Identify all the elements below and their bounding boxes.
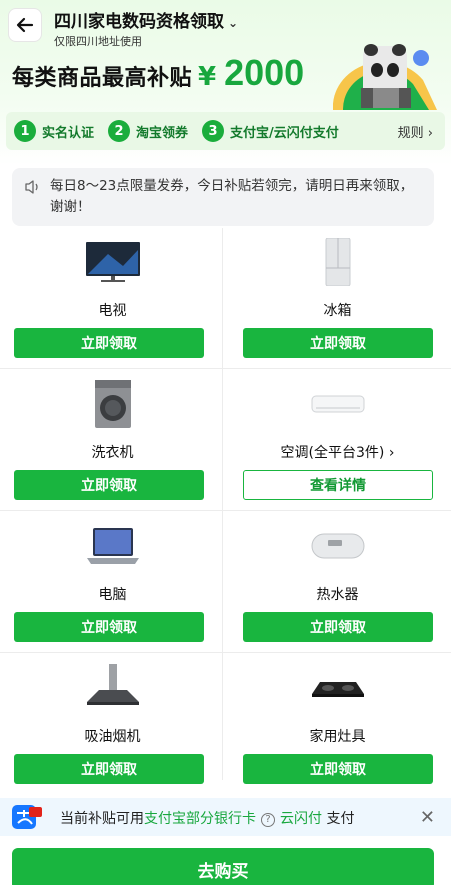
promo-amount: 2000 <box>224 52 305 93</box>
washer-icon <box>94 380 131 428</box>
product-name: 电脑 <box>98 587 127 603</box>
payment-notice-text: 当前补贴可用支付宝部分银行卡? 云闪付 支付 <box>60 808 354 828</box>
fridge-icon <box>325 238 350 286</box>
product-card-stove[interactable]: 家用灶具 立即领取 <box>225 654 450 795</box>
rules-link[interactable]: 规则 › <box>398 122 433 141</box>
close-icon[interactable]: ✕ <box>420 807 435 828</box>
steps-bar: 1 实名认证 2 淘宝领券 3 支付宝/云闪付支付 规则 › <box>6 112 445 150</box>
step-label: 支付宝/云闪付支付 <box>230 125 339 141</box>
title-block[interactable]: 四川家电数码资格领取 ⌄ 仅限四川地址使用 <box>54 7 238 49</box>
product-card-range-hood[interactable]: 吸油烟机 立即领取 <box>0 654 225 795</box>
notice-banner: 每日8～23点限量发券，今日补贴若领完，请明日再来领取，谢谢！ <box>12 168 434 226</box>
product-card-laptop[interactable]: 电脑 立即领取 <box>0 512 225 653</box>
tv-icon <box>85 242 140 282</box>
claim-button[interactable]: 立即领取 <box>243 612 433 642</box>
air-conditioner-icon <box>311 395 364 413</box>
page-subtitle: 仅限四川地址使用 <box>54 35 142 48</box>
page-title-text: 四川家电数码资格领取 <box>54 12 224 32</box>
speaker-icon <box>25 180 38 194</box>
product-grid: 电视 立即领取 冰箱 立即领取 洗衣机 立即领取 空调(全平台3件) › 查看详… <box>0 228 451 784</box>
laptop-icon <box>86 528 139 564</box>
step-label: 淘宝领券 <box>136 125 189 141</box>
product-name: 热水器 <box>316 587 359 603</box>
product-card-air-conditioner[interactable]: 空调(全平台3件) › 查看详情 <box>225 370 450 511</box>
stove-icon <box>311 682 364 697</box>
step-1: 1 实名认证 <box>14 120 94 142</box>
step-3: 3 支付宝/云闪付支付 <box>202 120 339 142</box>
alipay-icon <box>12 805 42 829</box>
step-number: 1 <box>14 120 36 142</box>
step-2: 2 淘宝领券 <box>108 120 188 142</box>
claim-button[interactable]: 立即领取 <box>14 470 204 500</box>
payment-notice-prefix: 当前补贴可用 <box>60 811 144 827</box>
product-name: 洗衣机 <box>91 445 134 461</box>
promo-banner: 每类商品最高补贴 ¥2000 <box>12 52 304 94</box>
step-number: 3 <box>202 120 225 142</box>
product-name: 电视 <box>98 303 127 319</box>
buy-button[interactable]: 去购买 <box>12 848 434 885</box>
claim-button[interactable]: 立即领取 <box>14 328 204 358</box>
payment-notice-suffix: 支付 <box>326 811 355 827</box>
product-card-tv[interactable]: 电视 立即领取 <box>0 228 225 369</box>
promo-currency: ¥ <box>198 62 217 92</box>
back-button[interactable] <box>8 8 42 42</box>
product-name: 冰箱 <box>323 303 352 319</box>
product-card-washer[interactable]: 洗衣机 立即领取 <box>0 370 225 511</box>
alipay-bank-card-link[interactable]: 支付宝部分银行卡 <box>144 811 256 827</box>
page-title[interactable]: 四川家电数码资格领取 ⌄ <box>54 7 238 32</box>
claim-button[interactable]: 立即领取 <box>14 754 204 784</box>
product-name: 家用灶具 <box>309 729 366 745</box>
water-heater-icon <box>311 533 364 559</box>
chevron-down-icon: ⌄ <box>228 16 239 30</box>
panda-mascot-icon <box>333 44 437 110</box>
claim-button[interactable]: 立即领取 <box>14 612 204 642</box>
step-label: 实名认证 <box>42 125 95 141</box>
promo-text: 每类商品最高补贴 <box>12 66 193 91</box>
unionpay-link[interactable]: 云闪付 <box>280 811 322 827</box>
view-details-button[interactable]: 查看详情 <box>243 470 433 500</box>
arrow-left-icon <box>16 17 34 33</box>
product-name[interactable]: 空调(全平台3件) › <box>225 442 450 462</box>
product-card-water-heater[interactable]: 热水器 立即领取 <box>225 512 450 653</box>
step-number: 2 <box>108 120 131 142</box>
claim-button[interactable]: 立即领取 <box>243 328 433 358</box>
product-name: 吸油烟机 <box>84 729 141 745</box>
help-icon[interactable]: ? <box>261 813 275 827</box>
payment-notice-bar: 当前补贴可用支付宝部分银行卡? 云闪付 支付 ✕ <box>0 798 451 836</box>
product-card-fridge[interactable]: 冰箱 立即领取 <box>225 228 450 369</box>
notice-text: 每日8～23点限量发券，今日补贴若领完，请明日再来领取，谢谢！ <box>50 178 414 215</box>
claim-button[interactable]: 立即领取 <box>243 754 433 784</box>
range-hood-icon <box>86 664 139 705</box>
